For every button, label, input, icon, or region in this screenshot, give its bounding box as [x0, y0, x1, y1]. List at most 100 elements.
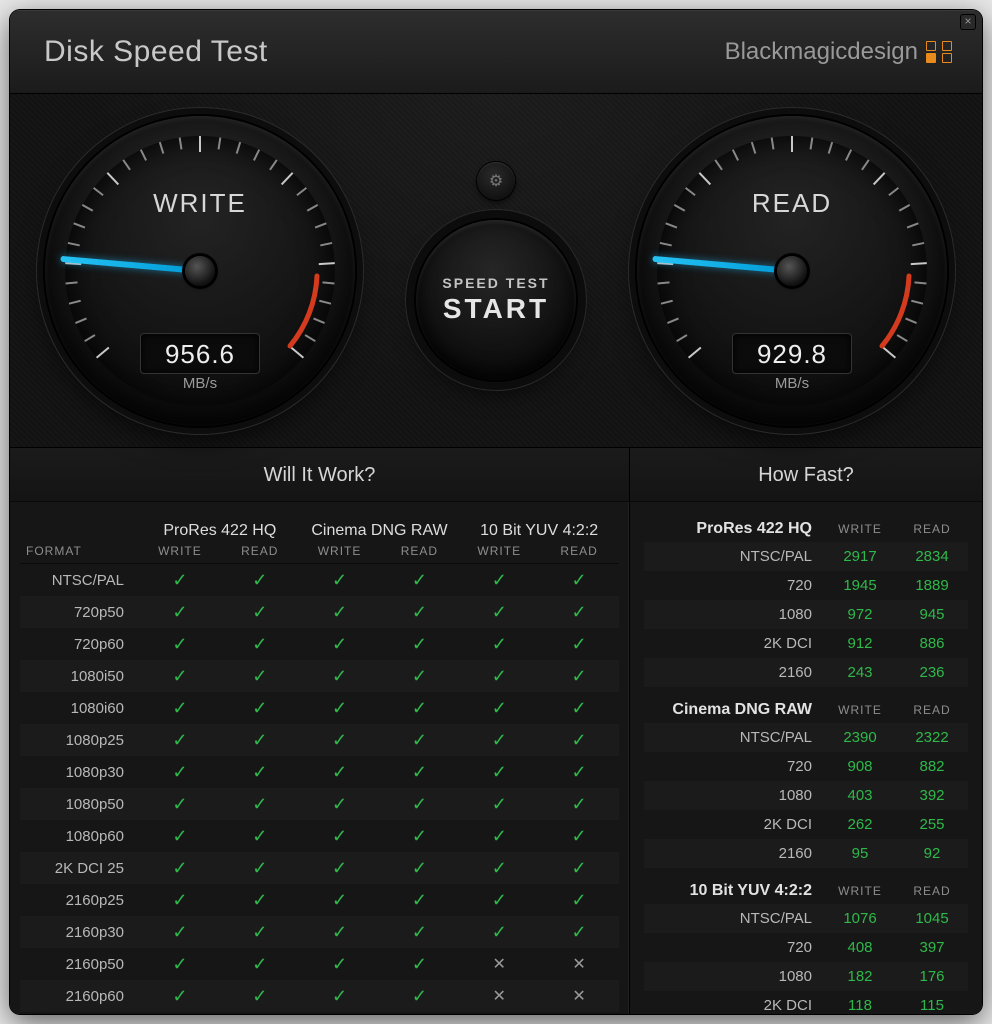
hf-res: 2K DCI [644, 635, 824, 652]
check-icon: ✓ [459, 602, 539, 623]
will-it-work-panel: Will It Work? ProRes 422 HQ Cinema DNG R… [10, 448, 630, 1014]
hf-row: 2K DCI118115 [644, 991, 968, 1014]
wiw-row: 1080i60✓✓✓✓✓✓ [20, 692, 619, 724]
how-fast-body: ProRes 422 HQWRITEREADNTSC/PAL2917283472… [630, 502, 982, 1014]
hf-read-val: 1045 [896, 910, 968, 927]
check-icon: ✓ [140, 634, 220, 655]
hf-col-write: WRITE [824, 703, 896, 717]
check-icon: ✓ [300, 762, 380, 783]
check-icon: ✓ [300, 794, 380, 815]
check-icon: ✓ [300, 570, 380, 591]
hf-res: 1080 [644, 606, 824, 623]
hf-read-val: 397 [896, 939, 968, 956]
check-icon: ✓ [220, 954, 300, 975]
hf-write-val: 243 [824, 664, 896, 681]
title-bar: Disk Speed Test Blackmagicdesign [10, 10, 982, 94]
hf-res: 2160 [644, 664, 824, 681]
check-icon: ✓ [220, 730, 300, 751]
wiw-row: NTSC/PAL✓✓✓✓✓✓ [20, 564, 619, 596]
wiw-group-header: ProRes 422 HQ Cinema DNG RAW 10 Bit YUV … [20, 512, 619, 540]
check-icon: ✓ [140, 602, 220, 623]
wiw-format-label: 2160p60 [20, 988, 140, 1005]
check-icon: ✓ [220, 762, 300, 783]
hf-read-val: 115 [896, 997, 968, 1014]
check-icon: ✓ [300, 602, 380, 623]
check-icon: ✓ [539, 794, 619, 815]
check-icon: ✓ [380, 986, 460, 1007]
check-icon: ✓ [380, 890, 460, 911]
start-button[interactable]: SPEED TEST START [416, 220, 576, 380]
check-icon: ✓ [539, 570, 619, 591]
hf-row: 2K DCI262255 [644, 810, 968, 839]
wiw-format-label: NTSC/PAL [20, 572, 140, 589]
hf-row: 1080972945 [644, 600, 968, 629]
read-gauge: READ 929.8 MB/s [637, 116, 947, 426]
settings-button[interactable]: ⚙ [477, 162, 515, 200]
check-icon: ✓ [220, 826, 300, 847]
check-icon: ✓ [220, 890, 300, 911]
check-icon: ✓ [380, 858, 460, 879]
hf-read-val: 2322 [896, 729, 968, 746]
check-icon: ✓ [380, 794, 460, 815]
wiw-row: 2160p25✓✓✓✓✓✓ [20, 884, 619, 916]
wiw-row: 1080p60✓✓✓✓✓✓ [20, 820, 619, 852]
check-icon: ✓ [459, 826, 539, 847]
hf-read-val: 92 [896, 845, 968, 862]
gauge-panel: WRITE 956.6 MB/s ⚙ SPEED TEST START [10, 94, 982, 448]
hf-row: 1080403392 [644, 781, 968, 810]
hf-group: Cinema DNG RAWWRITEREADNTSC/PAL239023227… [644, 697, 968, 868]
hf-write-val: 2390 [824, 729, 896, 746]
wiw-format-label: 720p60 [20, 636, 140, 653]
hf-write-val: 1945 [824, 577, 896, 594]
wiw-row: 2160p60✓✓✓✓✕✕ [20, 980, 619, 1012]
read-readout: 929.8 MB/s [732, 333, 852, 392]
check-icon: ✓ [380, 570, 460, 591]
hf-row: 2160243236 [644, 658, 968, 687]
gear-icon: ⚙ [489, 171, 503, 191]
read-unit: MB/s [732, 375, 852, 392]
write-gauge-label: WRITE [45, 188, 355, 219]
check-icon: ✓ [220, 698, 300, 719]
hf-write-val: 118 [824, 997, 896, 1014]
wiw-format-label: 1080i60 [20, 700, 140, 717]
start-label: START [443, 293, 549, 325]
hf-write-val: 1076 [824, 910, 896, 927]
hf-col-write: WRITE [824, 884, 896, 898]
wiw-row: 720p60✓✓✓✓✓✓ [20, 628, 619, 660]
hf-group-header: Cinema DNG RAWWRITEREAD [644, 697, 968, 723]
hf-read-val: 236 [896, 664, 968, 681]
hf-read-val: 2834 [896, 548, 968, 565]
will-it-work-title: Will It Work? [10, 448, 629, 502]
hf-col-read: READ [896, 522, 968, 536]
check-icon: ✓ [459, 890, 539, 911]
hf-res: 1080 [644, 968, 824, 985]
check-icon: ✓ [140, 698, 220, 719]
x-icon: ✕ [459, 986, 539, 1006]
hf-row: 720908882 [644, 752, 968, 781]
check-icon: ✓ [539, 762, 619, 783]
check-icon: ✓ [380, 762, 460, 783]
wiw-format-label: 2K DCI 25 [20, 860, 140, 877]
hf-col-read: READ [896, 703, 968, 717]
check-icon: ✓ [380, 922, 460, 943]
close-button[interactable]: × [960, 14, 976, 30]
wiw-format-label: 1080p60 [20, 828, 140, 845]
hf-read-val: 945 [896, 606, 968, 623]
check-icon: ✓ [300, 634, 380, 655]
hf-row: 2K DCI912886 [644, 629, 968, 658]
check-icon: ✓ [380, 954, 460, 975]
check-icon: ✓ [380, 634, 460, 655]
hf-write-val: 403 [824, 787, 896, 804]
check-icon: ✓ [300, 666, 380, 687]
hf-write-val: 972 [824, 606, 896, 623]
hf-read-val: 255 [896, 816, 968, 833]
wiw-format-label: 1080p25 [20, 732, 140, 749]
wiw-format-label: 1080i50 [20, 668, 140, 685]
hf-write-val: 908 [824, 758, 896, 775]
check-icon: ✓ [459, 922, 539, 943]
check-icon: ✓ [140, 890, 220, 911]
check-icon: ✓ [300, 698, 380, 719]
wiw-format-label: 1080p30 [20, 764, 140, 781]
hf-res: 720 [644, 758, 824, 775]
check-icon: ✓ [459, 794, 539, 815]
